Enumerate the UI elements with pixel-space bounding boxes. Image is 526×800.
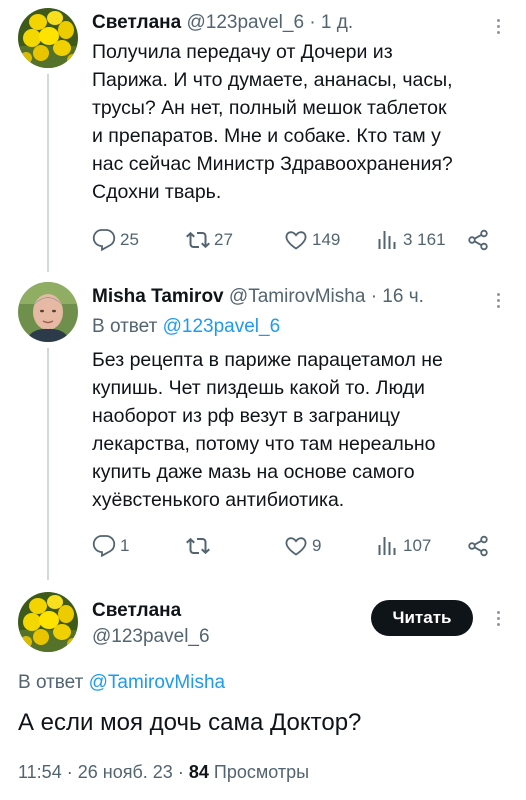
display-name[interactable]: Светлана: [92, 600, 181, 621]
reply-handle-link[interactable]: @TamirovMisha: [89, 672, 225, 693]
follow-button[interactable]: Читать: [371, 600, 473, 636]
dot-icon: [496, 24, 500, 28]
retweet-icon: [186, 537, 210, 555]
share-button[interactable]: [466, 228, 490, 252]
tweet-date[interactable]: 26 нояб. 23: [78, 762, 173, 782]
avatar-image: [18, 8, 78, 68]
views-count: 3 161: [403, 230, 446, 249]
dot-icon: [496, 18, 500, 22]
more-options-button[interactable]: [486, 14, 510, 38]
views-icon: [378, 231, 396, 249]
retweet-button[interactable]: 27: [186, 228, 233, 252]
handle[interactable]: @TamirovMisha: [229, 286, 365, 307]
avatar[interactable]: [18, 592, 78, 652]
replying-to: В ответ @123pavel_6: [92, 316, 280, 338]
thread-line: [47, 74, 49, 272]
views-button[interactable]: 107: [375, 534, 431, 558]
dot-icon: [496, 616, 500, 620]
share-button[interactable]: [466, 534, 490, 558]
replying-to: В ответ @TamirovMisha: [18, 672, 225, 694]
separator: ·: [66, 762, 73, 782]
separator: ·: [177, 762, 184, 782]
views-label: Просмотры: [213, 762, 310, 782]
dot-icon: [496, 298, 500, 302]
dot-icon: [496, 622, 500, 626]
dot-icon: [496, 292, 500, 296]
heart-icon: [285, 537, 307, 556]
avatar[interactable]: [18, 8, 78, 68]
dot-icon: [496, 610, 500, 614]
reply-button[interactable]: 1: [92, 534, 129, 558]
retweet-button[interactable]: [186, 534, 214, 558]
thread-line: [47, 348, 49, 580]
handle[interactable]: @123pavel_6: [92, 626, 210, 647]
reply-prefix: В ответ: [92, 316, 158, 337]
tweet-header: Misha Tamirov @TamirovMisha · 16 ч.: [92, 286, 424, 308]
heart-icon: [285, 231, 307, 250]
timestamp[interactable]: 16 ч.: [382, 286, 424, 307]
main-display-name: Светлана: [92, 600, 181, 622]
reply-icon: [92, 535, 116, 558]
avatar-image: [18, 282, 78, 342]
reply-button[interactable]: 25: [92, 228, 139, 252]
tweet-header: Светлана @123pavel_6 · 1 д.: [92, 12, 353, 34]
tweet-text: Получила передачу от Дочери из Парижа. И…: [92, 41, 453, 203]
separator: ·: [309, 12, 316, 33]
like-count: 149: [312, 230, 341, 249]
retweet-count: 27: [214, 230, 233, 249]
handle[interactable]: @123pavel_6: [186, 12, 304, 33]
like-button[interactable]: 9: [284, 534, 321, 558]
timestamp[interactable]: 1 д.: [321, 12, 353, 33]
more-options-button[interactable]: [486, 288, 510, 312]
display-name[interactable]: Светлана: [92, 12, 181, 33]
more-options-button[interactable]: [486, 606, 510, 630]
avatar-image: [18, 592, 78, 652]
reply-count: 1: [120, 536, 130, 555]
tweet-time[interactable]: 11:54: [18, 762, 62, 782]
display-name[interactable]: Misha Tamirov: [92, 286, 224, 307]
share-icon: [468, 535, 488, 557]
views-count: 107: [403, 536, 432, 555]
tweet-meta: 11:54 · 26 нояб. 23 · 84 Просмотры: [18, 762, 309, 783]
views-total: 84: [188, 762, 209, 782]
reply-icon: [92, 229, 116, 252]
share-icon: [468, 229, 488, 251]
dot-icon: [496, 304, 500, 308]
dot-icon: [496, 30, 500, 34]
main-tweet-text: А если моя дочь сама Доктор?: [18, 709, 362, 736]
retweet-icon: [186, 231, 210, 249]
like-count: 9: [312, 536, 322, 555]
avatar[interactable]: [18, 282, 78, 342]
reply-handle-link[interactable]: @123pavel_6: [163, 316, 281, 337]
like-button[interactable]: 149: [284, 228, 340, 252]
separator: ·: [370, 286, 378, 307]
reply-count: 25: [120, 230, 139, 249]
tweet-actions: 25 27 149 3 161: [92, 228, 512, 254]
reply-prefix: В ответ: [18, 672, 84, 693]
views-icon: [378, 537, 396, 555]
main-handle: @123pavel_6: [92, 626, 210, 648]
views-button[interactable]: 3 161: [375, 228, 446, 252]
tweet-text: Без рецепта в париже парацетамол не купи…: [92, 349, 443, 511]
tweet-actions: 1 9 107: [92, 534, 512, 560]
